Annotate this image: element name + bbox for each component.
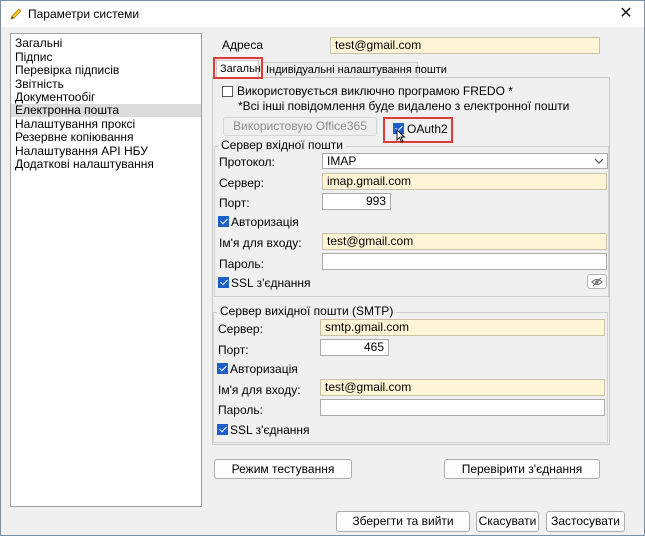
fredo-exclusive-label: Використовується виключно програмою FRED… <box>237 84 513 98</box>
outgoing-server-title: Сервер вихідної пошти (SMTP) <box>217 304 397 318</box>
protocol-value: IMAP <box>327 154 357 168</box>
sidebar-item-additional[interactable]: Додаткові налаштування <box>11 158 201 171</box>
oauth2-label: OAuth2 <box>407 122 448 136</box>
protocol-select[interactable]: IMAP <box>322 153 608 169</box>
settings-sidebar: Загальні Підпис Перевірка підписів Звітн… <box>10 33 202 507</box>
incoming-auth-label: Авторизація <box>231 215 299 229</box>
settings-window: Параметри системи ✕ Загальні Підпис Пере… <box>0 0 645 536</box>
mouse-cursor-icon <box>396 129 406 143</box>
incoming-password-field[interactable] <box>322 253 607 270</box>
outgoing-login-field[interactable]: test@gmail.com <box>320 379 605 396</box>
sidebar-item-general[interactable]: Загальні <box>11 37 201 50</box>
cancel-button[interactable]: Скасувати <box>476 511 539 532</box>
outgoing-ssl-label: SSL з'єднання <box>230 423 310 437</box>
outgoing-password-field[interactable] <box>320 399 605 416</box>
sidebar-item-signature-check[interactable]: Перевірка підписів <box>11 64 201 77</box>
outgoing-port-label: Порт: <box>218 343 249 357</box>
annotation-highlight-tab <box>213 57 263 79</box>
incoming-server-label: Сервер: <box>219 176 264 190</box>
outgoing-auth-label: Авторизація <box>230 362 298 376</box>
outgoing-auth-checkbox[interactable] <box>217 363 228 374</box>
incoming-login-label: Ім'я для входу: <box>219 236 302 250</box>
test-mode-button[interactable]: Режим тестування <box>214 459 352 479</box>
window-title: Параметри системи <box>28 7 140 21</box>
outgoing-port-field[interactable]: 465 <box>320 339 389 356</box>
pencil-icon <box>10 8 22 20</box>
close-button[interactable]: ✕ <box>616 4 636 24</box>
sidebar-item-email[interactable]: Електронна пошта <box>11 104 201 117</box>
address-label: Адреса <box>222 38 264 52</box>
incoming-password-label: Пароль: <box>219 257 264 271</box>
title-bar: Параметри системи ✕ <box>1 1 644 27</box>
incoming-ssl-label: SSL з'єднання <box>231 276 311 290</box>
sidebar-item-backup[interactable]: Резервне копіювання <box>11 131 201 144</box>
office365-button[interactable]: Використовую Office365 <box>223 117 377 136</box>
apply-button[interactable]: Застосувати <box>546 511 625 532</box>
outgoing-password-label: Пароль: <box>218 403 263 417</box>
close-icon: ✕ <box>619 5 633 22</box>
protocol-label: Протокол: <box>219 155 275 169</box>
outgoing-server-label: Сервер: <box>218 322 263 336</box>
tab-individual-settings[interactable]: Індивідуальні налаштування пошти <box>262 62 447 77</box>
fredo-exclusive-checkbox[interactable] <box>222 86 233 97</box>
check-connection-button[interactable]: Перевірити з'єднання <box>444 459 600 479</box>
incoming-auth-checkbox[interactable] <box>218 216 229 227</box>
show-password-button[interactable] <box>587 274 607 289</box>
incoming-server-field[interactable]: imap.gmail.com <box>322 173 607 190</box>
address-field[interactable]: test@gmail.com <box>330 37 600 54</box>
incoming-port-label: Порт: <box>219 196 250 210</box>
outgoing-ssl-checkbox[interactable] <box>217 424 228 435</box>
incoming-ssl-checkbox[interactable] <box>218 277 229 288</box>
fredo-note: *Всі інші повідомлення буде видалено з е… <box>238 99 570 113</box>
outgoing-login-label: Ім'я для входу: <box>218 383 301 397</box>
chevron-down-icon <box>594 158 604 164</box>
save-exit-button[interactable]: Зберегти та вийти <box>336 511 470 532</box>
eye-icon <box>591 277 603 287</box>
incoming-port-field[interactable]: 993 <box>322 193 391 210</box>
outgoing-server-field[interactable]: smtp.gmail.com <box>320 319 605 336</box>
incoming-login-field[interactable]: test@gmail.com <box>322 233 607 250</box>
incoming-server-title: Сервер вхідної пошти <box>218 138 346 152</box>
